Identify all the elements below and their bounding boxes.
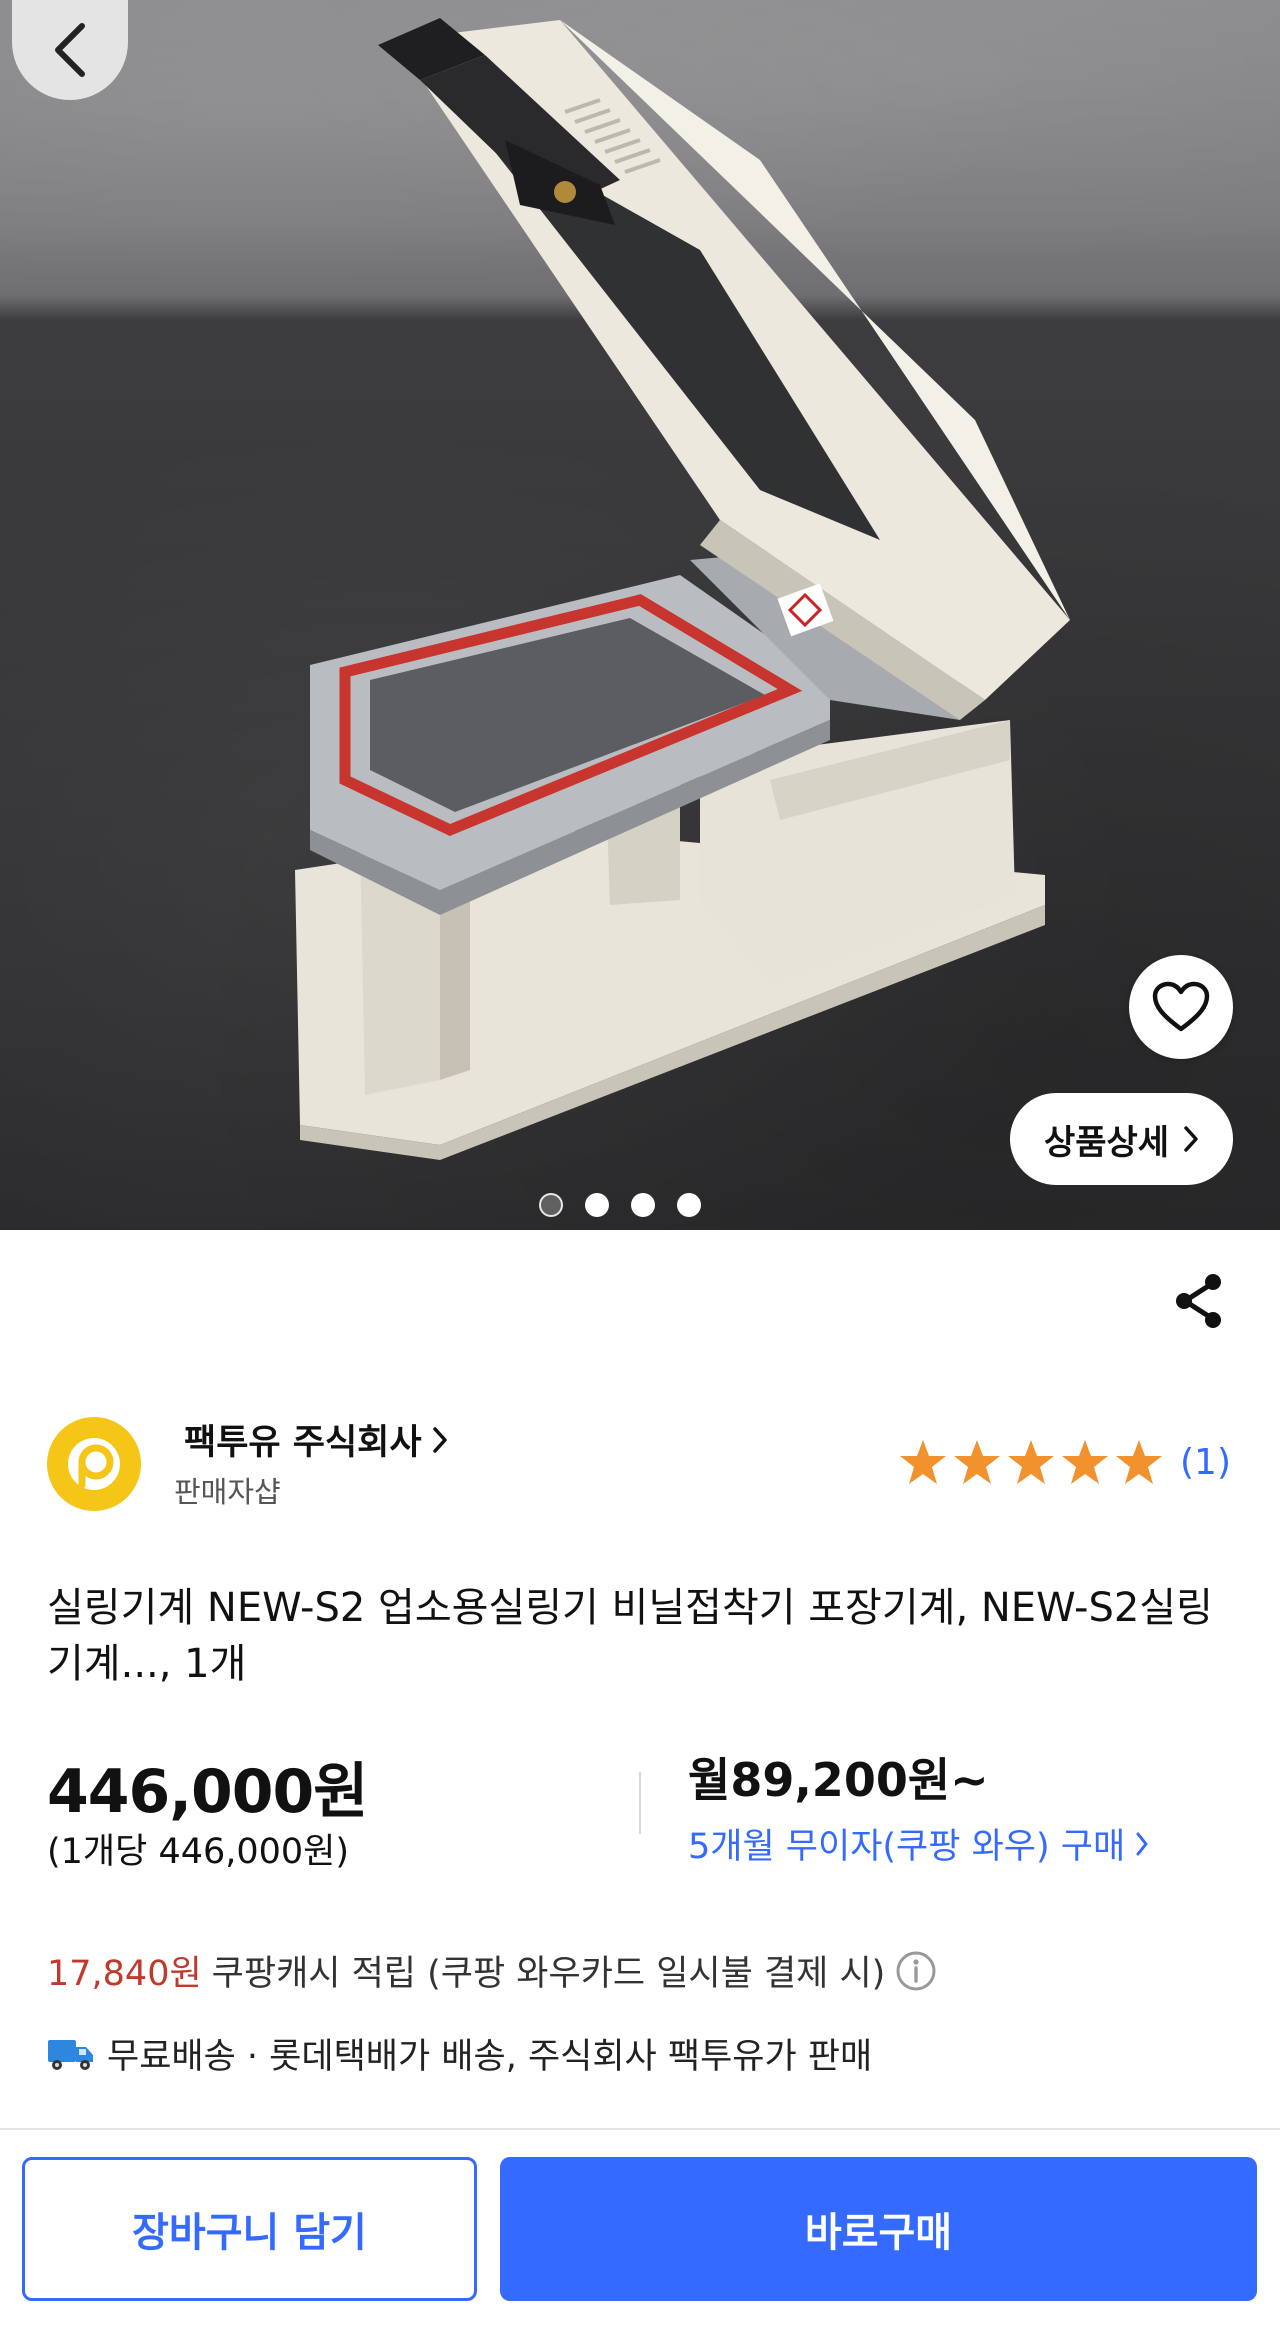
add-to-cart-button[interactable]: 장바구니 담기	[22, 2157, 477, 2301]
star-icon	[954, 1440, 1000, 1484]
shipping-text: 무료배송 · 롯데택배가 배송, 주식회사 팩투유가 판매	[107, 2037, 873, 2077]
monthly-price: 월89,200원~	[688, 1753, 989, 1807]
seller-subtitle: 판매자샵	[174, 1475, 281, 1509]
heart-icon	[1152, 981, 1210, 1032]
chevron-right-icon	[1184, 1126, 1198, 1152]
chevron-right-icon	[1136, 1832, 1148, 1855]
carousel-dot[interactable]	[539, 1193, 563, 1217]
price-per-unit: (1개당 446,000원)	[47, 1832, 350, 1872]
product-image	[295, 18, 1070, 1160]
share-icon	[1176, 1274, 1221, 1328]
seller-logo[interactable]	[47, 1417, 141, 1511]
price-main: 446,000원	[47, 1757, 368, 1827]
product-detail-button[interactable]: 상품상세	[1010, 1093, 1233, 1185]
carousel-dot[interactable]	[585, 1193, 609, 1217]
carousel-dot[interactable]	[631, 1193, 655, 1217]
installment-link[interactable]: 5개월 무이자(쿠팡 와우) 구매	[688, 1818, 1149, 1869]
price-divider	[639, 1772, 641, 1834]
carousel-dot[interactable]	[677, 1193, 701, 1217]
star-icon	[1062, 1440, 1108, 1484]
chevron-left-icon	[55, 23, 85, 77]
shipping-row: 무료배송 · 롯데택배가 배송, 주식회사 팩투유가 판매	[47, 2028, 872, 2079]
product-image-carousel[interactable]: 상품상세	[0, 0, 1280, 1230]
buy-now-button[interactable]: 바로구매	[500, 2157, 1257, 2301]
carousel-indicator	[0, 1193, 1280, 1223]
star-icon	[1116, 1440, 1162, 1484]
wishlist-button[interactable]	[1129, 955, 1233, 1059]
seller-name: 팩투유 주식회사	[184, 1423, 422, 1463]
cash-text: 쿠팡캐시 적립 (쿠팡 와우카드 일시불 결제 시)	[211, 1954, 886, 1994]
info-icon[interactable]	[895, 1950, 937, 1992]
star-icon	[1008, 1440, 1054, 1484]
product-title: 실링기계 NEW-S2 업소용실링기 비닐접착기 포장기계, NEW-S2실링기…	[47, 1585, 1213, 1687]
installment-label: 5개월 무이자(쿠팡 와우) 구매	[688, 1827, 1126, 1867]
seller-name-link[interactable]: 팩투유 주식회사	[184, 1414, 448, 1465]
rating-count[interactable]: (1)	[1180, 1442, 1231, 1483]
chevron-right-icon	[432, 1426, 447, 1453]
rating[interactable]: (1)	[898, 1438, 1231, 1486]
cash-reward-row: 17,840원 쿠팡캐시 적립 (쿠팡 와우카드 일시불 결제 시)	[47, 1945, 937, 1996]
star-icon	[900, 1440, 946, 1484]
cash-amount: 17,840원	[47, 1954, 202, 1994]
delivery-truck-icon	[48, 2039, 93, 2070]
seller-logo-icon	[68, 1438, 120, 1490]
share-button[interactable]	[1168, 1268, 1230, 1334]
product-detail-label: 상품상세	[1043, 1122, 1170, 1163]
